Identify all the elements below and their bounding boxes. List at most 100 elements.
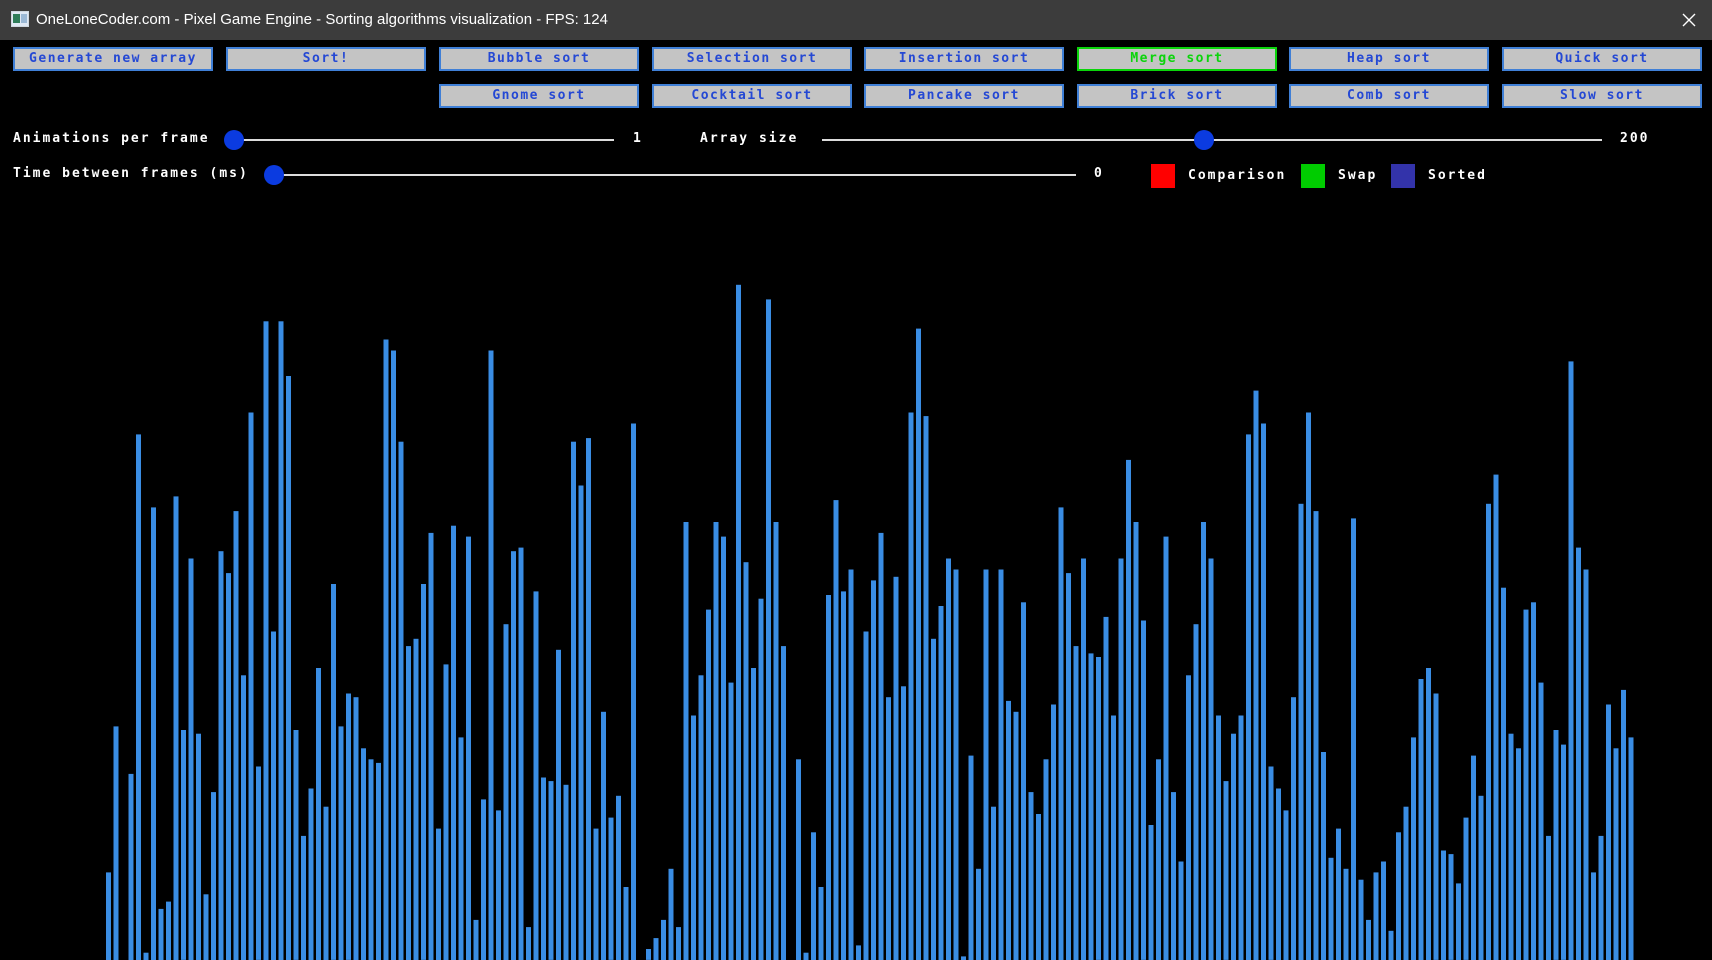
array-bar-130 bbox=[1081, 558, 1086, 960]
array-bar-106 bbox=[901, 686, 906, 960]
slow-sort-button[interactable]: Slow sort bbox=[1502, 84, 1702, 108]
array-bar-181 bbox=[1463, 817, 1469, 960]
pancake-sort-button[interactable]: Pancake sort bbox=[864, 84, 1064, 108]
array-bar-85 bbox=[743, 562, 749, 960]
time-slider-handle[interactable] bbox=[264, 165, 284, 185]
array-bar-101 bbox=[863, 631, 869, 960]
array-bar-129 bbox=[1073, 646, 1079, 960]
time-between-frames-value: 0 bbox=[1094, 166, 1104, 181]
animations-slider-handle[interactable] bbox=[224, 130, 244, 150]
array-bar-54 bbox=[511, 551, 516, 960]
generate-array-button[interactable]: Generate new array bbox=[13, 47, 213, 71]
heap-sort-button[interactable]: Heap sort bbox=[1289, 47, 1489, 71]
array-bar-59 bbox=[548, 781, 554, 960]
array-bar-102 bbox=[871, 580, 876, 960]
array-bar-195 bbox=[1568, 361, 1574, 960]
array-bar-163 bbox=[1328, 857, 1334, 960]
array-bar-159 bbox=[1298, 503, 1304, 960]
array-bar-51 bbox=[488, 350, 494, 960]
array-bar-132 bbox=[1096, 657, 1101, 960]
cocktail-sort-button[interactable]: Cocktail sort bbox=[652, 84, 852, 108]
array-bar-174 bbox=[1411, 737, 1416, 960]
array-bar-151 bbox=[1238, 715, 1244, 960]
array-bar-193 bbox=[1553, 730, 1559, 960]
array-bar-125 bbox=[1043, 759, 1049, 960]
array-bar-13 bbox=[203, 894, 209, 960]
array-bar-77 bbox=[683, 522, 689, 960]
brick-sort-button[interactable]: Brick sort bbox=[1077, 84, 1277, 108]
array-bar-12 bbox=[196, 733, 201, 960]
array-bar-47 bbox=[458, 737, 464, 960]
array-bar-124 bbox=[1036, 814, 1041, 960]
array-bar-30 bbox=[331, 584, 336, 960]
array-size-value: 200 bbox=[1620, 131, 1650, 146]
array-bar-183 bbox=[1478, 795, 1484, 960]
array-bar-35 bbox=[368, 759, 374, 960]
array-bar-104 bbox=[886, 697, 891, 960]
array-bar-84 bbox=[736, 284, 741, 960]
array-bar-169 bbox=[1373, 872, 1379, 960]
array-bar-80 bbox=[706, 609, 711, 960]
array-bar-166 bbox=[1351, 518, 1356, 960]
array-bar-61 bbox=[563, 784, 569, 960]
array-bar-37 bbox=[383, 339, 389, 960]
array-bar-139 bbox=[1148, 825, 1154, 960]
comparison-legend-label: Comparison bbox=[1188, 168, 1287, 183]
array-bar-10 bbox=[181, 730, 186, 960]
array-bar-73 bbox=[653, 938, 659, 960]
bubble-sort-button[interactable]: Bubble sort bbox=[439, 47, 639, 71]
array-bar-24 bbox=[286, 376, 291, 960]
array-bar-117 bbox=[983, 569, 989, 960]
array-size-label: Array size bbox=[700, 131, 799, 146]
array-bar-203 bbox=[1628, 737, 1634, 960]
array-bar-148 bbox=[1216, 715, 1221, 960]
close-icon[interactable] bbox=[1666, 0, 1712, 40]
array-bar-29 bbox=[323, 806, 329, 960]
array-bar-177 bbox=[1433, 693, 1439, 960]
array-bar-196 bbox=[1576, 547, 1581, 960]
array-bar-184 bbox=[1486, 503, 1491, 960]
array-bar-55 bbox=[518, 547, 524, 960]
array-bar-182 bbox=[1471, 755, 1476, 960]
merge-sort-button[interactable]: Merge sort bbox=[1077, 47, 1277, 71]
quick-sort-button[interactable]: Quick sort bbox=[1502, 47, 1702, 71]
array-bar-146 bbox=[1201, 522, 1206, 960]
array-bar-8 bbox=[166, 901, 171, 960]
gnome-sort-button[interactable]: Gnome sort bbox=[439, 84, 639, 108]
array-bar-187 bbox=[1508, 733, 1514, 960]
array-bar-152 bbox=[1246, 434, 1251, 960]
array-bar-87 bbox=[758, 598, 764, 960]
insertion-sort-button[interactable]: Insertion sort bbox=[864, 47, 1064, 71]
selection-sort-button[interactable]: Selection sort bbox=[652, 47, 852, 71]
array-bar-27 bbox=[308, 788, 314, 960]
array-bar-145 bbox=[1193, 624, 1199, 960]
array-bar-155 bbox=[1268, 766, 1274, 960]
array-bar-94 bbox=[811, 832, 816, 960]
array-bar-137 bbox=[1133, 522, 1139, 960]
array-bar-18 bbox=[241, 675, 246, 960]
comb-sort-button[interactable]: Comb sort bbox=[1289, 84, 1489, 108]
array-bar-100 bbox=[856, 945, 861, 960]
array-bar-66 bbox=[601, 711, 606, 960]
animations-slider-track[interactable] bbox=[234, 139, 614, 141]
array-bar-136 bbox=[1126, 459, 1131, 960]
array-bar-161 bbox=[1313, 511, 1319, 960]
array-bar-9 bbox=[173, 496, 179, 960]
array-bar-112 bbox=[946, 558, 951, 960]
array-bar-67 bbox=[608, 817, 614, 960]
array-bar-34 bbox=[361, 748, 366, 960]
array-bar-4 bbox=[136, 434, 141, 960]
array-bar-49 bbox=[473, 919, 479, 960]
array-bar-110 bbox=[931, 638, 936, 960]
array-bar-108 bbox=[916, 328, 921, 960]
sort-button[interactable]: Sort! bbox=[226, 47, 426, 71]
array-bar-165 bbox=[1343, 868, 1349, 960]
array-bar-126 bbox=[1051, 704, 1056, 960]
array-bar-64 bbox=[586, 438, 591, 960]
time-slider-track[interactable] bbox=[274, 174, 1076, 176]
array-bar-88 bbox=[766, 299, 771, 960]
array-bar-70 bbox=[631, 423, 636, 960]
array-bar-178 bbox=[1441, 850, 1446, 960]
array-bar-52 bbox=[496, 810, 501, 960]
array-bar-172 bbox=[1396, 832, 1401, 960]
